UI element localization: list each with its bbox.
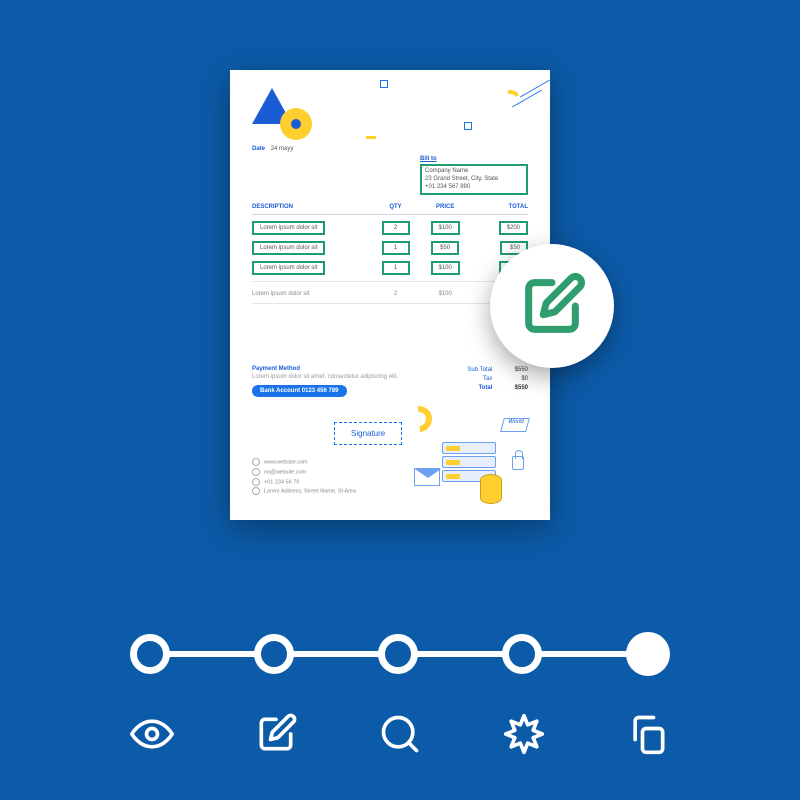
cell-price: $100: [418, 288, 473, 297]
contact-website: www.website.com: [264, 459, 308, 465]
table-row: Lorem ipsum dolor sit 1 $50 $50: [252, 241, 528, 255]
total-value: $550: [494, 384, 528, 393]
bill-to-company: Company Name: [425, 168, 523, 176]
cell-desc[interactable]: Lorem ipsum dolor sit: [252, 221, 325, 235]
copy-icon: [626, 712, 670, 756]
pin-icon: [252, 487, 260, 495]
payment-label: Payment Method: [252, 366, 402, 372]
search-icon: [378, 712, 422, 756]
contact-block: www.website.com no@website.com +01 234 5…: [252, 458, 356, 497]
col-price: PRICE: [418, 204, 473, 215]
total-label: Total: [478, 385, 492, 391]
server-icon: [442, 442, 496, 454]
table-row: Lorem ipsum dolor sit 2 $100: [252, 288, 528, 297]
cell-qty: 2: [373, 288, 417, 297]
phone-icon: [252, 478, 260, 486]
timeline-step[interactable]: [378, 634, 418, 674]
bill-to-label: Bill to: [420, 156, 528, 162]
lock-icon: [512, 456, 524, 470]
totals: Sub Total $550 Tax $0 Total $550: [467, 366, 528, 393]
timeline-step[interactable]: [502, 634, 542, 674]
date-label: Date: [252, 146, 265, 152]
mail-icon: [252, 468, 260, 476]
col-total: TOTAL: [473, 204, 528, 215]
copy-button[interactable]: [626, 712, 670, 756]
servers-illustration: World: [414, 424, 534, 510]
tax-label: Tax: [483, 376, 492, 382]
search-button[interactable]: [378, 712, 422, 756]
edit-icon: [254, 712, 298, 756]
starburst-icon: [502, 712, 546, 756]
table-row: Lorem ipsum dolor sit 2 $100 $200: [252, 221, 528, 235]
col-description: DESCRIPTION: [252, 204, 373, 215]
eye-icon: [130, 712, 174, 756]
database-icon: [480, 474, 502, 504]
timeline-step-current[interactable]: [626, 632, 670, 676]
cell-desc: Lorem ipsum dolor sit: [252, 288, 373, 297]
timeline-step[interactable]: [130, 634, 170, 674]
action-bar: [130, 712, 670, 756]
logo-circle: [280, 108, 312, 140]
signature-box[interactable]: Signature: [334, 422, 402, 445]
bill-to-phone: +01 234 567 890: [425, 184, 523, 192]
cell-price[interactable]: $50: [431, 241, 459, 255]
contact-address: Lorem Address, Street Name, St Area: [264, 489, 356, 495]
cell-price[interactable]: $100: [431, 221, 460, 235]
date-value: 24 mayy: [271, 146, 294, 152]
view-button[interactable]: [130, 712, 174, 756]
col-qty: QTY: [373, 204, 417, 215]
contact-email: no@website.com: [264, 469, 306, 475]
globe-icon: [252, 458, 260, 466]
server-icon: [442, 456, 496, 468]
envelope-icon: [414, 468, 440, 486]
bill-to: Bill to Company Name 23 Grand Street, Ci…: [420, 156, 528, 195]
subtotal-value: $550: [494, 366, 528, 375]
highlight-button[interactable]: [502, 712, 546, 756]
payment-method: Payment Method Lorem ipsum dolor sit ame…: [252, 366, 402, 397]
contact-phone: +01 234 56 79: [264, 479, 299, 485]
progress-timeline: [130, 632, 670, 676]
edit-icon: [517, 271, 587, 341]
cell-desc[interactable]: Lorem ipsum dolor sit: [252, 261, 325, 275]
bank-account-button[interactable]: Bank Account 0123 456 789: [252, 385, 347, 397]
edit-button[interactable]: [254, 712, 298, 756]
timeline-step[interactable]: [254, 634, 294, 674]
items-table: DESCRIPTION QTY PRICE TOTAL Lorem ipsum …: [252, 198, 528, 310]
logo: [252, 88, 528, 142]
bill-to-address: 23 Grand Street, City, State: [425, 176, 523, 184]
cell-qty[interactable]: 2: [382, 221, 410, 235]
table-row: Lorem ipsum dolor sit 1 $100 $100: [252, 261, 528, 275]
subtotal-label: Sub Total: [467, 367, 492, 373]
edit-badge[interactable]: [490, 244, 614, 368]
payment-desc: Lorem ipsum dolor sit amet, consectetur …: [252, 374, 402, 381]
cell-qty[interactable]: 1: [382, 241, 410, 255]
cell-desc[interactable]: Lorem ipsum dolor sit: [252, 241, 325, 255]
cell-qty[interactable]: 1: [382, 261, 410, 275]
cell-total[interactable]: $200: [499, 221, 528, 235]
flag-icon: World: [500, 418, 530, 432]
cell-price[interactable]: $100: [431, 261, 460, 275]
decoration: [380, 80, 388, 88]
tax-value: $0: [494, 375, 528, 384]
bill-to-box[interactable]: Company Name 23 Grand Street, City, Stat…: [420, 164, 528, 195]
date-row: Date 24 mayy: [252, 146, 528, 152]
